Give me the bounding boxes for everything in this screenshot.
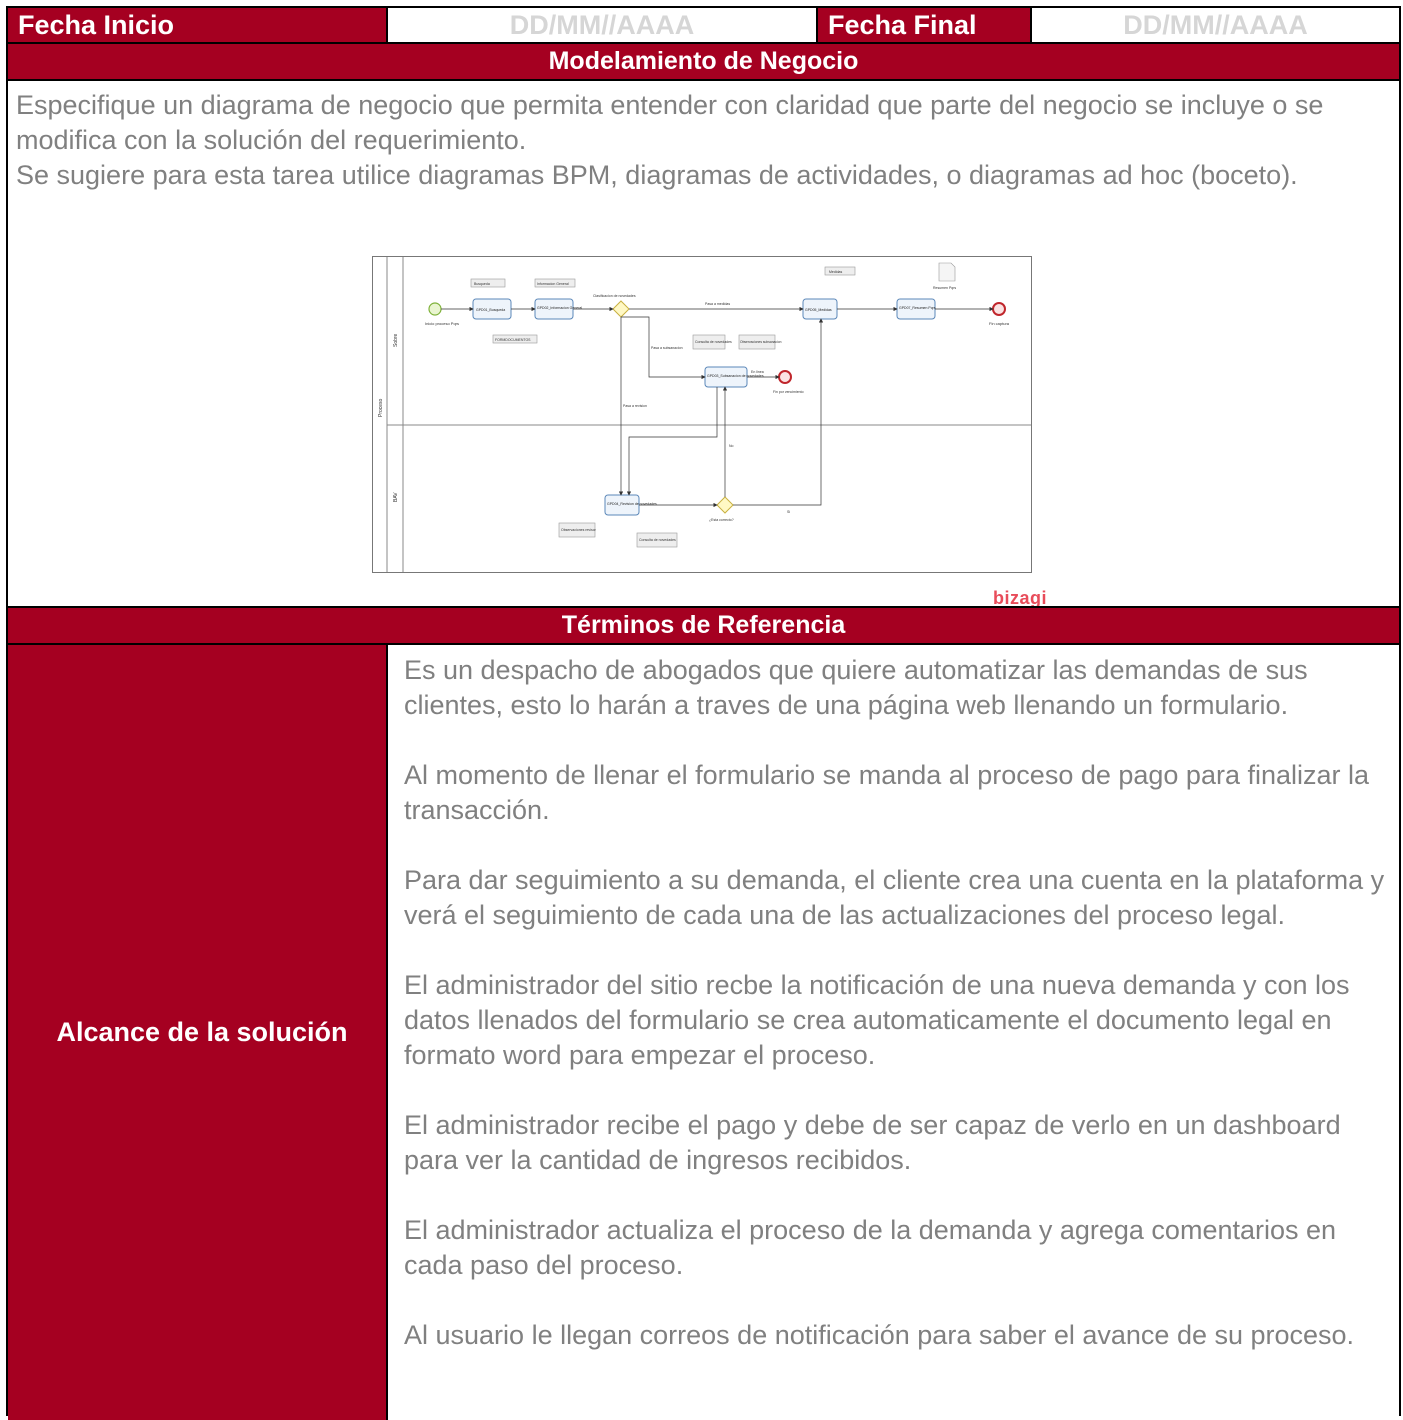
task-label: GPD07_Resumen Pqrs [899, 306, 936, 310]
start-date-value[interactable]: DD/MM//AAAA [386, 8, 816, 42]
business-model-heading: Modelamiento de Negocio [8, 44, 1399, 81]
terms-section: Alcance de la solución Es un despacho de… [8, 645, 1399, 1420]
artifact-label: Observaciones revisor [561, 528, 597, 532]
end-event [992, 302, 1006, 316]
flow-label: En linea [751, 370, 764, 374]
task-label: GPD02_Informacion General [537, 306, 582, 310]
document-icon [938, 262, 956, 282]
date-row: Fecha Inicio DD/MM//AAAA Fecha Final DD/… [8, 8, 1399, 44]
bpm-diagram-svg: Proceso Sobre BAV Inicio proceso Pqrs GP… [378, 257, 1031, 572]
scope-paragraph: Es un despacho de abogados que quiere au… [404, 655, 1308, 720]
scope-paragraph: Al momento de llenar el formulario se ma… [404, 760, 1370, 825]
scope-paragraph: El administrador recibe el pago y debe d… [404, 1110, 1341, 1175]
scope-paragraph: Al usuario le llegan correos de notifica… [404, 1320, 1355, 1350]
end-event [778, 370, 792, 384]
flow-label: Si [787, 510, 790, 514]
end-date-label: Fecha Final [816, 8, 1030, 42]
task-label: GPD04_Revision de novedades [607, 502, 657, 506]
business-model-description: Especifique un diagrama de negocio que p… [16, 88, 1396, 193]
end-date-value[interactable]: DD/MM//AAAA [1030, 8, 1399, 42]
description-paragraph: Se sugiere para esta tarea utilice diagr… [16, 160, 1298, 190]
artifact-label: Busqueda [474, 282, 490, 286]
gateway-correcto [716, 496, 734, 514]
artifact-label: Observaciones subsanacion [740, 340, 782, 344]
gateway-label: ¿Esta correcto? [709, 518, 734, 522]
flow-label: Pasa a medidas [705, 302, 730, 306]
artifact-label: Consulta de novedades [639, 538, 676, 542]
pool-label: Proceso [378, 398, 384, 417]
task-label: GPD03_Subsanacion de novedades [707, 374, 764, 378]
artifact-label: Medidas [829, 270, 842, 274]
document-page: Fecha Inicio DD/MM//AAAA Fecha Final DD/… [6, 6, 1401, 1420]
scope-paragraph: El administrador del sitio recbe la noti… [404, 970, 1350, 1070]
start-event [428, 302, 442, 316]
start-event-label: Inicio proceso Pqrs [425, 321, 459, 326]
flow-label: No [729, 444, 734, 448]
artifact-label: Resumen Pqrs [933, 286, 956, 290]
scope-paragraph: El administrador actualiza el proceso de… [404, 1215, 1337, 1280]
scope-label: Alcance de la solución [8, 645, 386, 1420]
lane-label-top: Sobre [393, 333, 399, 347]
scope-description: Es un despacho de abogados que quiere au… [386, 645, 1399, 1420]
gateway-label: Clasificacion de novedades [593, 294, 636, 298]
terms-heading: Términos de Referencia [8, 606, 1399, 645]
description-paragraph: Especifique un diagrama de negocio que p… [16, 90, 1324, 155]
artifact-label: FORMDOCUMENTOS [495, 338, 531, 342]
task-label: GPD05_Medidas [805, 308, 832, 312]
gateway-clasificacion [612, 300, 630, 318]
flow-label: Pasa a revision [623, 404, 647, 408]
scope-paragraph: Para dar seguimiento a su demanda, el cl… [404, 865, 1385, 930]
bpm-diagram: Proceso Sobre BAV Inicio proceso Pqrs GP… [372, 256, 1032, 573]
artifact-label: Informacion General [537, 282, 569, 286]
artifact-label: Consulta de novedades [695, 340, 732, 344]
start-date-label: Fecha Inicio [8, 8, 386, 42]
task-label: GPD01_Busqueda [476, 308, 505, 312]
lane-label-bottom: BAV [393, 492, 399, 502]
flow-label: Pasa a subsanacion [651, 346, 683, 350]
end-event-label: Fin por vencimiento [773, 390, 804, 394]
end-event-label: Fin captura [989, 321, 1010, 326]
